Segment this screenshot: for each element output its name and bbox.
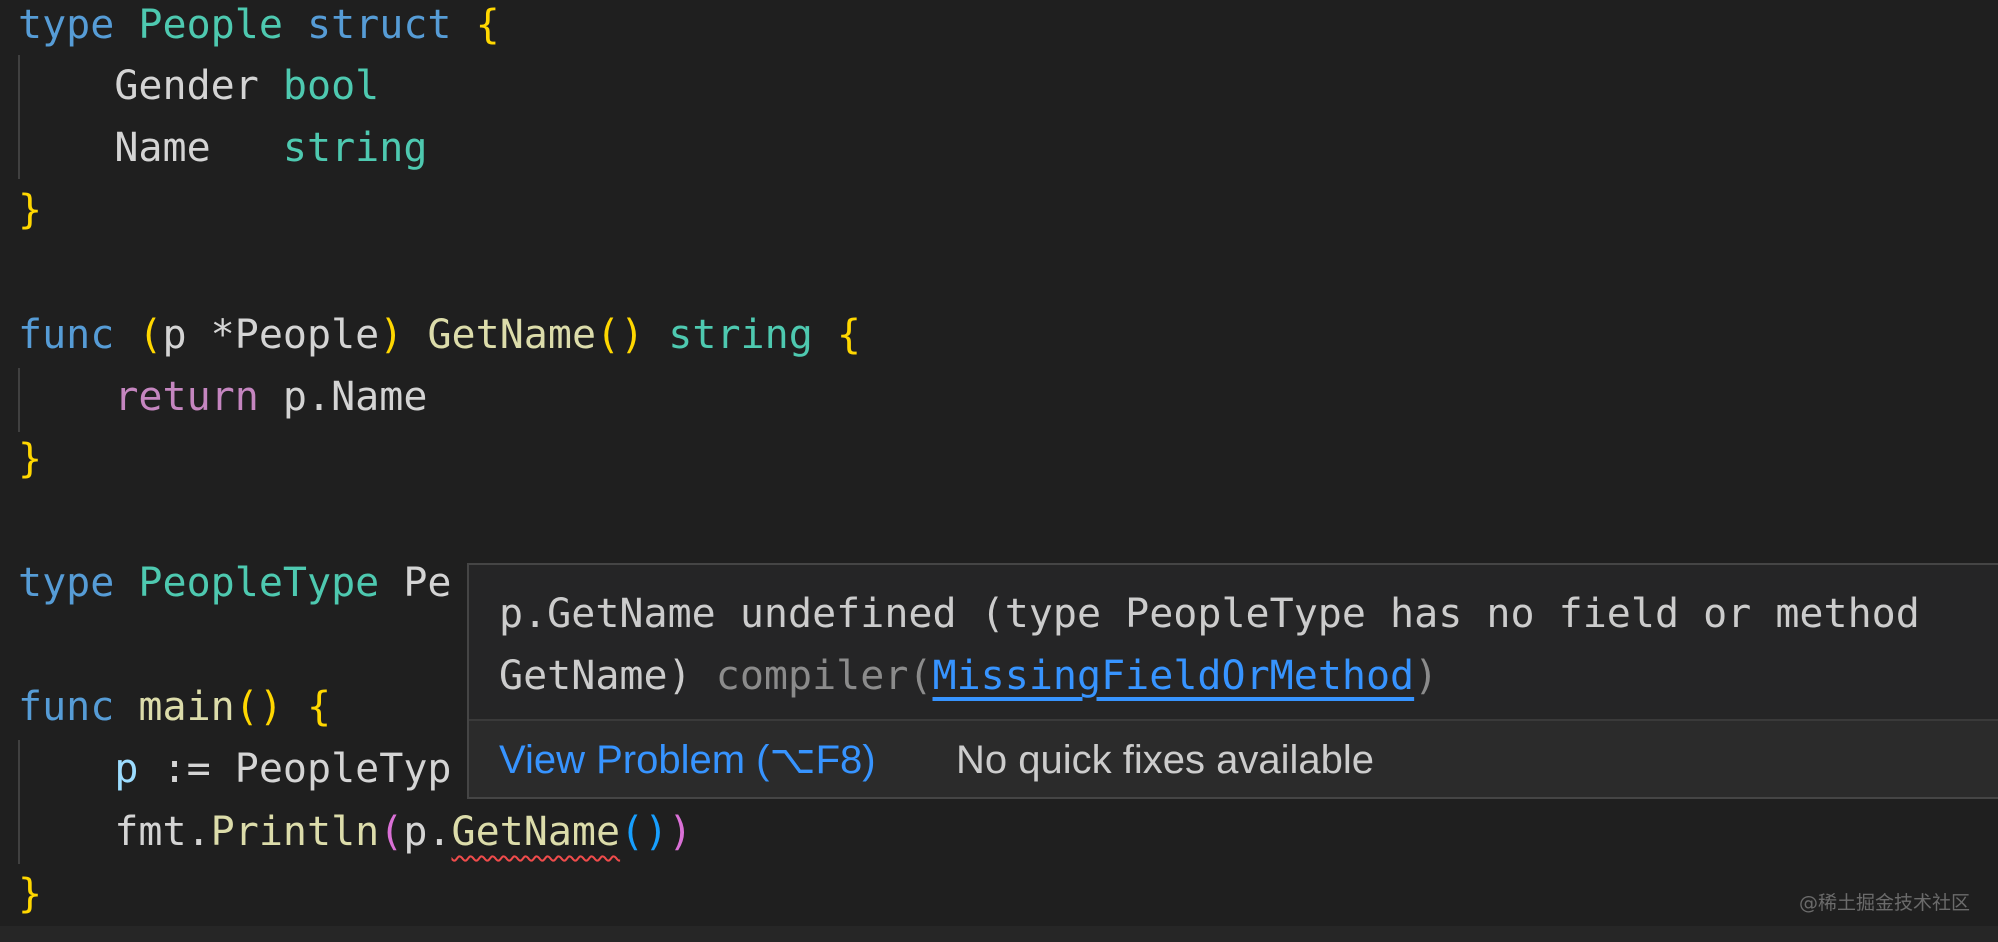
- field-type: bool: [282, 63, 380, 109]
- package-name: fmt.: [114, 809, 211, 855]
- code-line-11: fmt.Println(p.GetName()): [18, 801, 692, 863]
- field-name: Name: [114, 125, 211, 171]
- code-editor[interactable]: type People struct { Gender bool Name st…: [0, 0, 1998, 942]
- keyword: func: [18, 684, 115, 730]
- bracket: ): [379, 312, 404, 358]
- keyword: type: [18, 560, 115, 606]
- code-line-3: Name string: [18, 117, 427, 179]
- bracket: (): [620, 809, 669, 855]
- bracket: {: [475, 2, 500, 48]
- function-name: GetName: [427, 312, 597, 358]
- code-line-10: p := PeopleTyp: [114, 746, 452, 792]
- bracket: }: [18, 871, 43, 917]
- bracket: }: [18, 436, 43, 482]
- bracket: }: [18, 187, 43, 233]
- error-message: p.GetName undefined (type PeopleType has…: [499, 583, 1998, 707]
- expression: PeopleTyp: [234, 746, 452, 792]
- keyword: type: [18, 2, 115, 48]
- field-type: string: [282, 125, 428, 171]
- variable: p: [114, 746, 139, 792]
- bracket: (): [234, 684, 283, 730]
- code-line-4: }: [18, 179, 42, 241]
- type-underlying: Pe: [403, 560, 452, 606]
- receiver: p *People: [162, 312, 380, 358]
- code-line-7: }: [18, 428, 42, 490]
- error-source: ): [1414, 653, 1439, 699]
- error-hover-widget: p.GetName undefined (type PeopleType has…: [467, 563, 1998, 799]
- bracket: (: [379, 809, 404, 855]
- field-name: Gender: [114, 63, 259, 109]
- bracket: {: [836, 312, 861, 358]
- code-line-2: Gender bool: [18, 55, 379, 117]
- function-name: Println: [210, 809, 380, 855]
- view-problem-button[interactable]: View Problem (⌥F8): [499, 721, 876, 797]
- code-line-1: type People struct {: [18, 0, 500, 56]
- code-line-6: return p.Name: [18, 366, 427, 428]
- expression: p.Name: [282, 374, 428, 420]
- bracket: ): [668, 809, 693, 855]
- function-name: main: [138, 684, 235, 730]
- bracket: (: [138, 312, 163, 358]
- return-type: string: [668, 312, 813, 358]
- code-line-9: func main() {: [18, 676, 331, 738]
- error-text: GetName): [499, 653, 692, 699]
- code-line-12: }: [18, 863, 42, 925]
- type-name: PeopleType: [138, 560, 380, 606]
- horizontal-scrollbar[interactable]: [0, 926, 1998, 942]
- expression: p.: [403, 809, 452, 855]
- watermark: @稀土掘金技术社区: [1798, 892, 1970, 914]
- keyword: return: [114, 374, 259, 420]
- error-squiggle[interactable]: GetName: [452, 809, 621, 855]
- error-source: compiler(: [715, 653, 933, 699]
- code-line-5: func (p *People) GetName() string {: [18, 304, 861, 366]
- error-text: p.GetName undefined (type PeopleType has…: [499, 591, 1920, 637]
- hover-actions-bar: View Problem (⌥F8) No quick fixes availa…: [469, 721, 1998, 797]
- keyword: struct: [307, 2, 452, 48]
- error-code-link[interactable]: MissingFieldOrMethod: [933, 653, 1415, 699]
- keyword: func: [18, 312, 115, 358]
- no-quick-fixes-label: No quick fixes available: [956, 738, 1374, 782]
- bracket: (): [596, 312, 645, 358]
- code-line-8: type PeopleType Pe: [18, 552, 452, 614]
- type-name: People: [138, 2, 283, 48]
- bracket: {: [307, 684, 332, 730]
